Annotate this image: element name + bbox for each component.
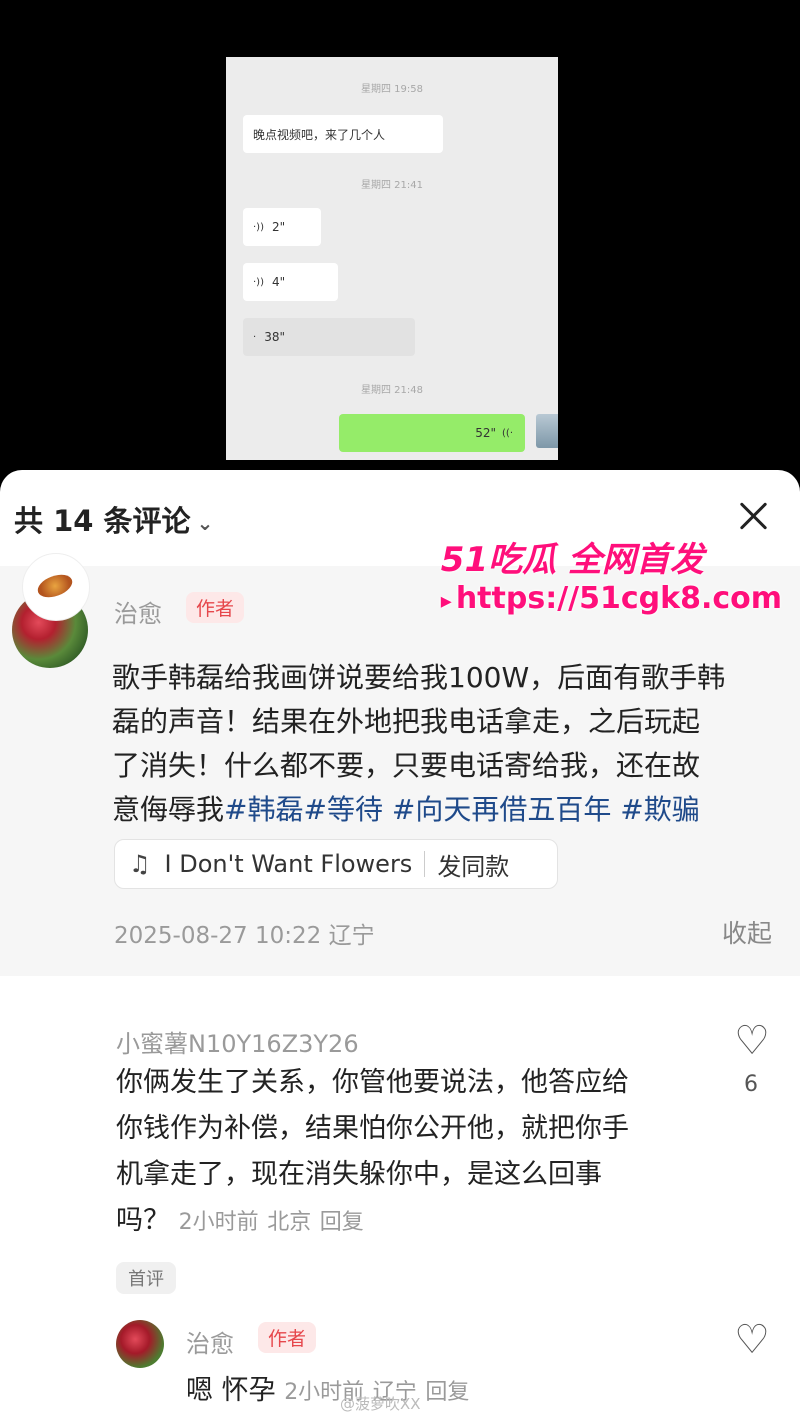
comments-count-label: 共 14 条评论 xyxy=(14,504,191,538)
chat-timestamp: 星期四 21:48 xyxy=(361,385,423,396)
avatar xyxy=(536,414,558,448)
comment-time: 2小时前 xyxy=(178,1210,259,1235)
bottom-watermark: @菠萝吹XX xyxy=(340,1395,421,1413)
reply-button[interactable]: 回复 xyxy=(425,1380,469,1405)
music-title: I Don't Want Flowers xyxy=(164,850,413,878)
chat-timestamp: 星期四 19:58 xyxy=(361,84,423,95)
chat-voice-message-out: 52" ((· xyxy=(339,414,525,452)
hashtag-link[interactable]: #等待 xyxy=(303,793,382,826)
comment-location: 北京 xyxy=(267,1210,312,1235)
watermark-url: https://51cgk8.com xyxy=(455,581,782,616)
video-area: 星期四 19:58 晚点视频吧，来了几个人 星期四 21:41 ·)) 2" ·… xyxy=(0,0,800,470)
chat-message-text: 晚点视频吧，来了几个人 xyxy=(243,115,443,153)
use-sound-button[interactable]: 发同款 xyxy=(437,847,509,882)
comment-line: 你俩发生了关系，你管他要说法，他答应给 xyxy=(116,1067,629,1098)
voice-duration: 38" xyxy=(264,330,285,344)
voice-wave-icon: ((· xyxy=(502,427,513,439)
comment-text: 歌手韩磊给我画饼说要给我100W，后面有歌手韩 磊的声音！结果在外地把我电话拿走… xyxy=(112,656,772,832)
chat-timestamp: 星期四 21:41 xyxy=(361,180,423,191)
watermark-title: 51吃瓜 全网首发 xyxy=(440,540,704,580)
comment-username[interactable]: 治愈 xyxy=(114,594,162,629)
close-icon[interactable] xyxy=(736,498,772,534)
voice-duration: 2" xyxy=(271,220,286,234)
comment-username[interactable]: 小蜜薯N10Y16Z3Y26 xyxy=(116,1024,359,1059)
avatar[interactable] xyxy=(116,1320,164,1368)
hashtag-link[interactable]: #向天再借五百年 xyxy=(392,793,611,826)
comment-line: 你钱作为补偿，结果怕你公开他，就把你手 xyxy=(116,1113,629,1144)
comments-count-dropdown[interactable]: 共 14 条评论 ⌄ xyxy=(14,498,213,540)
avatar[interactable] xyxy=(22,553,90,621)
comment-meta: 2025-08-27 10:22 辽宁 xyxy=(114,916,375,950)
hashtag-link[interactable]: #韩磊 xyxy=(224,793,303,826)
voice-wave-icon: ·)) xyxy=(253,221,264,233)
comment-location: 辽宁 xyxy=(328,923,375,949)
chat-voice-message: · 38" xyxy=(243,318,415,356)
chat-screenshot: 星期四 19:58 晚点视频吧，来了几个人 星期四 21:41 ·)) 2" ·… xyxy=(226,57,558,460)
chat-voice-message: ·)) 4" xyxy=(243,263,338,301)
voice-duration: 4" xyxy=(271,275,286,289)
comment-line: 机拿走了，现在消失躲你中，是这么回事 xyxy=(116,1159,602,1190)
comment-line: 磊的声音！结果在外地把我电话拿走，之后玩起 xyxy=(112,705,701,738)
reply-button[interactable]: 回复 xyxy=(320,1210,364,1235)
divider xyxy=(424,851,426,877)
author-badge: 作者 xyxy=(258,1322,317,1353)
heart-icon[interactable]: ♡ xyxy=(734,1021,770,1061)
site-watermark: 51吃瓜 全网首发 ▸ https://51cgk8.com xyxy=(441,540,782,621)
music-note-icon: ♫ xyxy=(129,850,151,878)
voice-wave-icon: ·)) xyxy=(253,276,264,288)
author-badge: 作者 xyxy=(186,592,245,623)
first-comment-badge: 首评 xyxy=(116,1262,176,1294)
heart-icon[interactable]: ♡ xyxy=(734,1320,770,1360)
comment-text: 嗯 怀孕 2小时前 辽宁 回复 xyxy=(186,1368,469,1407)
chevron-down-icon: ⌄ xyxy=(196,511,214,535)
comment-text: 你俩发生了关系，你管他要说法，他答应给 你钱作为补偿，结果怕你公开他，就把你手 … xyxy=(116,1060,706,1246)
comment-line: 意侮辱我#韩磊#等待 #向天再借五百年 #欺骗 xyxy=(112,788,772,832)
comment-datetime: 2025-08-27 10:22 xyxy=(114,923,322,949)
comment-username[interactable]: 治愈 xyxy=(186,1324,234,1359)
main-comment: 治愈 作者 歌手韩磊给我画饼说要给我100W，后面有歌手韩 磊的声音！结果在外地… xyxy=(0,566,800,976)
comment-line-text: 意侮辱我 xyxy=(112,793,225,826)
comment-line: 吗？ 2小时前 北京 回复 xyxy=(116,1198,706,1246)
voice-wave-icon: · xyxy=(253,331,257,343)
watermark-url-row: ▸ https://51cgk8.com xyxy=(441,580,782,621)
hashtag-link[interactable]: #欺骗 xyxy=(620,793,699,826)
music-chip[interactable]: ♫ I Don't Want Flowers 发同款 xyxy=(114,839,558,889)
chat-message-label: 晚点视频吧，来了几个人 xyxy=(253,127,386,142)
collapse-button[interactable]: 收起 xyxy=(722,914,772,950)
comment-line-text: 嗯 怀孕 xyxy=(186,1375,276,1406)
arrow-icon: ▸ xyxy=(440,589,452,614)
voice-duration: 52" xyxy=(475,426,497,440)
comment-line: 了消失！什么都不要，只要电话寄给我，还在故 xyxy=(112,749,701,782)
chat-voice-message: ·)) 2" xyxy=(243,208,321,246)
comment-line-text: 吗？ xyxy=(116,1205,170,1236)
like-count: 6 xyxy=(744,1072,758,1097)
comment-line: 歌手韩磊给我画饼说要给我100W，后面有歌手韩 xyxy=(112,661,726,694)
